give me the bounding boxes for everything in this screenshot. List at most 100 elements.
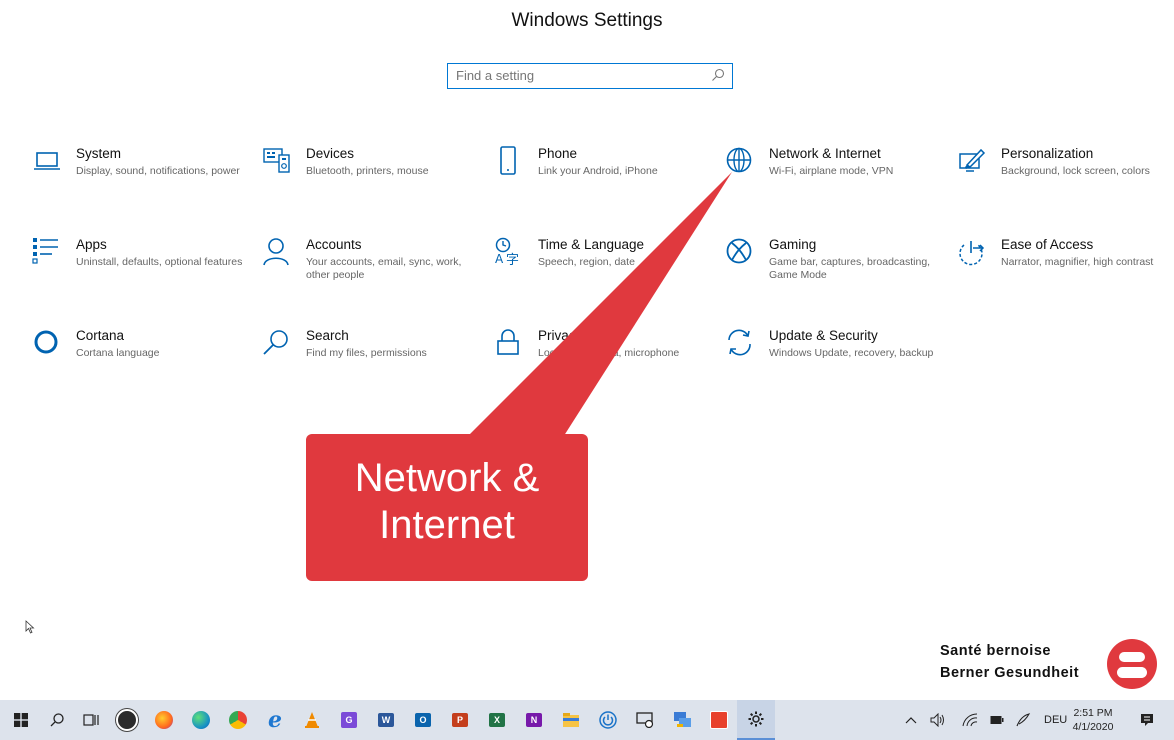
sync-icon — [728, 329, 751, 356]
cortana-icon — [34, 330, 58, 354]
tile-search[interactable]: Search Find my files, permissions — [262, 328, 482, 388]
outlook-icon[interactable]: O — [404, 700, 442, 740]
tile-title: Network & Internet — [769, 146, 881, 161]
tile-description: Your accounts, email, sync, work, other … — [306, 256, 462, 281]
tile-description: Display, sound, notifications, power — [76, 165, 240, 177]
tile-title: Accounts — [306, 237, 362, 252]
tile-description: Find my files, permissions — [306, 347, 427, 359]
tile-description: Background, lock screen, colors — [1001, 165, 1150, 177]
action-center-icon[interactable] — [1140, 700, 1154, 740]
tile-time-language[interactable]: A字 Time & Language Speech, region, date — [494, 237, 714, 297]
tile-privacy[interactable]: Privacy Location, camera, microphone — [494, 328, 714, 388]
search-input[interactable] — [448, 64, 706, 86]
onenote-icon[interactable]: N — [515, 700, 553, 740]
tile-title: Apps — [76, 237, 107, 252]
chrome-icon[interactable] — [219, 700, 257, 740]
tile-gaming[interactable]: Gaming Game bar, captures, broadcasting,… — [725, 237, 945, 297]
tile-cortana[interactable]: Cortana Cortana language — [32, 328, 252, 388]
brand-line-1: Santé bernoise — [940, 643, 1051, 659]
search-icon[interactable] — [711, 68, 725, 82]
brand-line-2: Berner Gesundheit — [940, 665, 1080, 681]
callout-line-1: Network & — [354, 456, 540, 500]
tile-description: Cortana language — [76, 347, 160, 359]
ease-of-access-icon — [959, 241, 985, 266]
laptop-icon — [34, 152, 60, 170]
tile-network-internet[interactable]: Network & Internet Wi-Fi, airplane mode,… — [725, 146, 945, 206]
pen-icon[interactable] — [1015, 700, 1031, 740]
task-view-icon[interactable] — [72, 700, 110, 740]
greenshot-icon[interactable]: G — [330, 700, 368, 740]
brand-logo — [1107, 639, 1157, 689]
tile-title: Ease of Access — [1001, 237, 1094, 252]
callout-line-2: Internet — [379, 503, 515, 547]
tile-title: Devices — [306, 146, 355, 161]
callout-label: Network & Internet — [306, 455, 588, 549]
tile-ease-of-access[interactable]: Ease of Access Narrator, magnifier, high… — [957, 237, 1174, 297]
apps-list-icon — [32, 238, 58, 264]
tile-title: Gaming — [769, 237, 817, 252]
tile-description: Bluetooth, printers, mouse — [306, 165, 429, 177]
word-icon[interactable]: W — [367, 700, 405, 740]
tile-personalization[interactable]: Personalization Background, lock screen,… — [957, 146, 1174, 206]
tile-title: Privacy — [538, 328, 583, 343]
tile-title: Update & Security — [769, 328, 878, 343]
vlc-icon[interactable] — [293, 700, 331, 740]
firefox-icon[interactable] — [145, 700, 183, 740]
edge-icon[interactable] — [182, 700, 220, 740]
tile-title: Personalization — [1001, 146, 1094, 161]
clock-time: 2:51 PM — [1073, 707, 1113, 719]
clock-date: 4/1/2020 — [1072, 721, 1114, 733]
page-title: Windows Settings — [511, 10, 663, 31]
tile-title: Phone — [538, 146, 578, 161]
mouse-cursor-icon — [25, 620, 35, 634]
svg-text:A: A — [495, 252, 504, 266]
search-box[interactable] — [447, 63, 733, 89]
excel-icon[interactable]: X — [478, 700, 516, 740]
internet-explorer-icon[interactable]: e — [256, 700, 294, 740]
time-language-icon: A字 — [495, 237, 519, 267]
tile-description: Uninstall, defaults, optional features — [76, 256, 243, 268]
volume-icon[interactable] — [930, 700, 946, 740]
network-app-icon[interactable] — [663, 700, 701, 740]
keyboard-icon — [263, 148, 290, 173]
tile-apps[interactable]: Apps Uninstall, defaults, optional featu… — [32, 237, 252, 297]
tile-devices[interactable]: Devices Bluetooth, printers, mouse — [262, 146, 482, 206]
search-icon[interactable] — [38, 700, 76, 740]
globe-icon — [726, 147, 752, 173]
cloud-app-icon[interactable] — [108, 700, 146, 740]
red-app-icon[interactable] — [700, 700, 738, 740]
battery-icon[interactable] — [990, 700, 1004, 740]
brand-text: Santé bernoise Berner Gesundheit — [940, 640, 1079, 684]
tile-accounts[interactable]: Accounts Your accounts, email, sync, wor… — [262, 237, 482, 297]
power-app-icon[interactable] — [589, 700, 627, 740]
person-icon — [263, 238, 289, 266]
powerpoint-icon[interactable]: P — [441, 700, 479, 740]
windows-start-icon[interactable] — [2, 700, 40, 740]
tile-system[interactable]: System Display, sound, notifications, po… — [32, 146, 252, 206]
wifi-icon[interactable] — [962, 700, 978, 740]
language-indicator[interactable]: DEU — [1044, 700, 1067, 740]
search-icon — [263, 330, 288, 355]
file-explorer-icon[interactable] — [552, 700, 590, 740]
tile-description: Location, camera, microphone — [538, 347, 680, 359]
tile-update-security[interactable]: Update & Security Windows Update, recove… — [725, 328, 945, 388]
tray-chevron-up-icon[interactable] — [905, 700, 917, 740]
phone-icon — [500, 146, 516, 175]
settings-gear-icon[interactable] — [737, 700, 775, 740]
svg-text:字: 字 — [506, 253, 519, 267]
tile-description: Narrator, magnifier, high contrast — [1001, 256, 1154, 268]
tile-description: Link your Android, iPhone — [538, 165, 658, 177]
tile-description: Speech, region, date — [538, 256, 635, 268]
lock-icon — [497, 329, 519, 355]
tile-title: Search — [306, 328, 349, 343]
tile-title: Time & Language — [538, 237, 645, 252]
tile-title: Cortana — [76, 328, 125, 343]
tile-description: Wi-Fi, airplane mode, VPN — [769, 165, 894, 177]
taskbar-clock[interactable]: 2:51 PM 4/1/2020 — [1068, 706, 1118, 734]
tile-description: Game bar, captures, broadcasting, Game M… — [769, 256, 931, 281]
tile-title: System — [76, 146, 122, 161]
xbox-icon — [726, 238, 752, 264]
tile-phone[interactable]: Phone Link your Android, iPhone — [494, 146, 714, 206]
remote-desktop-icon[interactable] — [626, 700, 664, 740]
tile-description: Windows Update, recovery, backup — [769, 347, 934, 359]
